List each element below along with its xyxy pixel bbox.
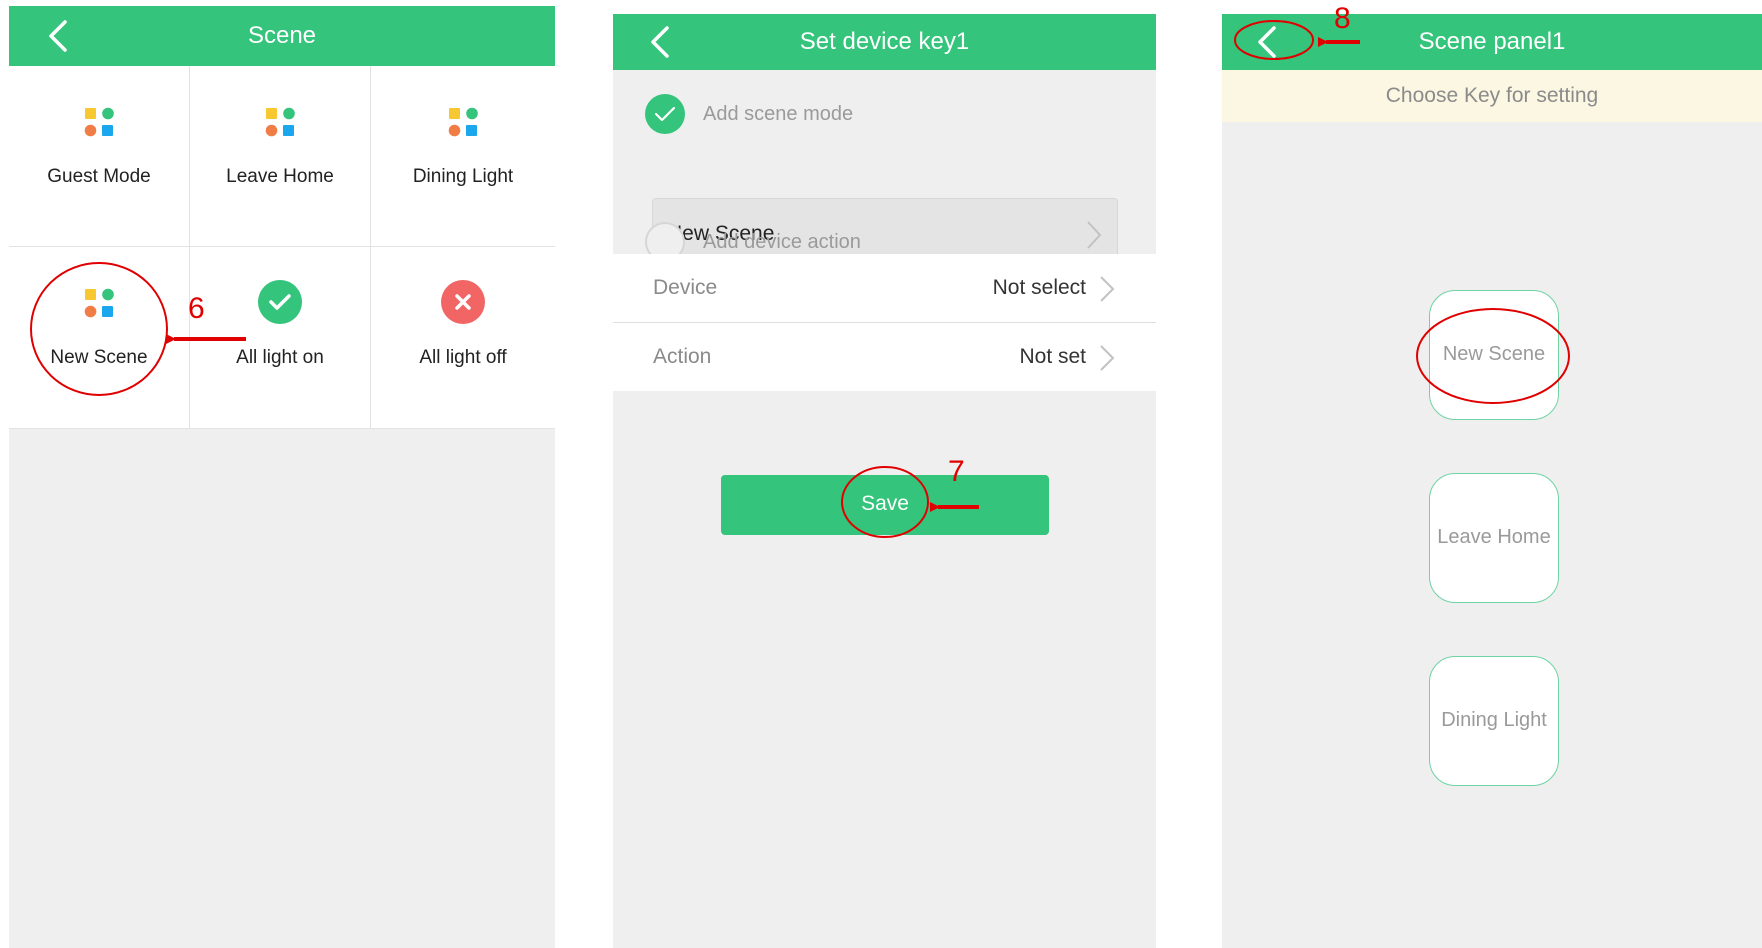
- tile-label: All light off: [419, 347, 507, 368]
- scene-grid-icon: [265, 107, 295, 137]
- panel-key-leave-home[interactable]: Leave Home: [1429, 473, 1559, 603]
- action-row[interactable]: Action Not set: [613, 323, 1156, 391]
- scene-grid: Guest Mode Leave Home Dining Light New S…: [9, 66, 555, 429]
- add-scene-mode-label: Add scene mode: [703, 103, 854, 125]
- add-scene-mode-radio[interactable]: [645, 94, 685, 134]
- scene-tile-new-scene[interactable]: New Scene: [9, 247, 190, 429]
- save-button-label: Save: [861, 492, 909, 515]
- tile-label: All light on: [236, 347, 324, 368]
- page-title: Scene panel1: [1418, 28, 1566, 55]
- set-device-header: Set device key1: [613, 14, 1156, 70]
- key-label: New Scene: [1442, 343, 1546, 365]
- add-device-action-label: Add device action: [703, 231, 861, 253]
- tile-label: Guest Mode: [47, 166, 151, 187]
- scene-tile-guest-mode[interactable]: Guest Mode: [9, 66, 190, 247]
- panel-key-new-scene[interactable]: New Scene: [1429, 290, 1559, 420]
- scene-screen: Scene Guest Mode Leave Home Dining Light…: [9, 6, 555, 948]
- key-label: Leave Home: [1437, 526, 1551, 548]
- device-value: Not select: [992, 276, 1086, 299]
- scene-grid-icon: [84, 107, 114, 137]
- check-icon: [654, 106, 676, 122]
- scene-tile-leave-home[interactable]: Leave Home: [190, 66, 371, 247]
- scene-tile-all-light-off[interactable]: All light off: [371, 247, 555, 429]
- scene-panel-screen: Scene panel1 Choose Key for setting New …: [1222, 14, 1762, 948]
- device-row[interactable]: Device Not select: [613, 254, 1156, 323]
- chevron-right-icon: [1100, 345, 1115, 371]
- panel-key-dining-light[interactable]: Dining Light: [1429, 656, 1559, 786]
- page-title: Set device key1: [799, 28, 970, 55]
- step-number-8: 8: [1334, 2, 1351, 35]
- hint-text: Choose Key for setting: [1385, 84, 1599, 107]
- save-button[interactable]: Save: [721, 475, 1049, 535]
- hint-bar: Choose Key for setting: [1222, 70, 1762, 122]
- tile-label: New Scene: [50, 347, 148, 368]
- scene-grid-icon: [84, 288, 114, 318]
- step-number-6: 6: [188, 292, 205, 325]
- tile-label: Leave Home: [226, 166, 334, 187]
- chevron-right-icon: [1087, 221, 1102, 249]
- key-label: Dining Light: [1441, 709, 1547, 731]
- action-value: Not set: [1019, 345, 1086, 368]
- scene-header: Scene: [9, 6, 555, 66]
- set-device-key-screen: Set device key1 Add scene mode New Scene…: [613, 14, 1156, 948]
- action-label: Action: [653, 345, 712, 368]
- device-label: Device: [653, 276, 718, 299]
- tile-label: Dining Light: [412, 166, 514, 187]
- step-number-7: 7: [948, 455, 965, 488]
- page-title: Scene: [247, 22, 317, 49]
- scene-tile-dining-light[interactable]: Dining Light: [371, 66, 555, 247]
- scene-tile-all-light-on[interactable]: All light on: [190, 247, 371, 429]
- scene-panel-header: Scene panel1: [1222, 14, 1762, 70]
- check-circle-icon: [258, 280, 302, 324]
- scene-grid-icon: [448, 107, 478, 137]
- chevron-right-icon: [1100, 276, 1115, 302]
- x-circle-icon: [441, 280, 485, 324]
